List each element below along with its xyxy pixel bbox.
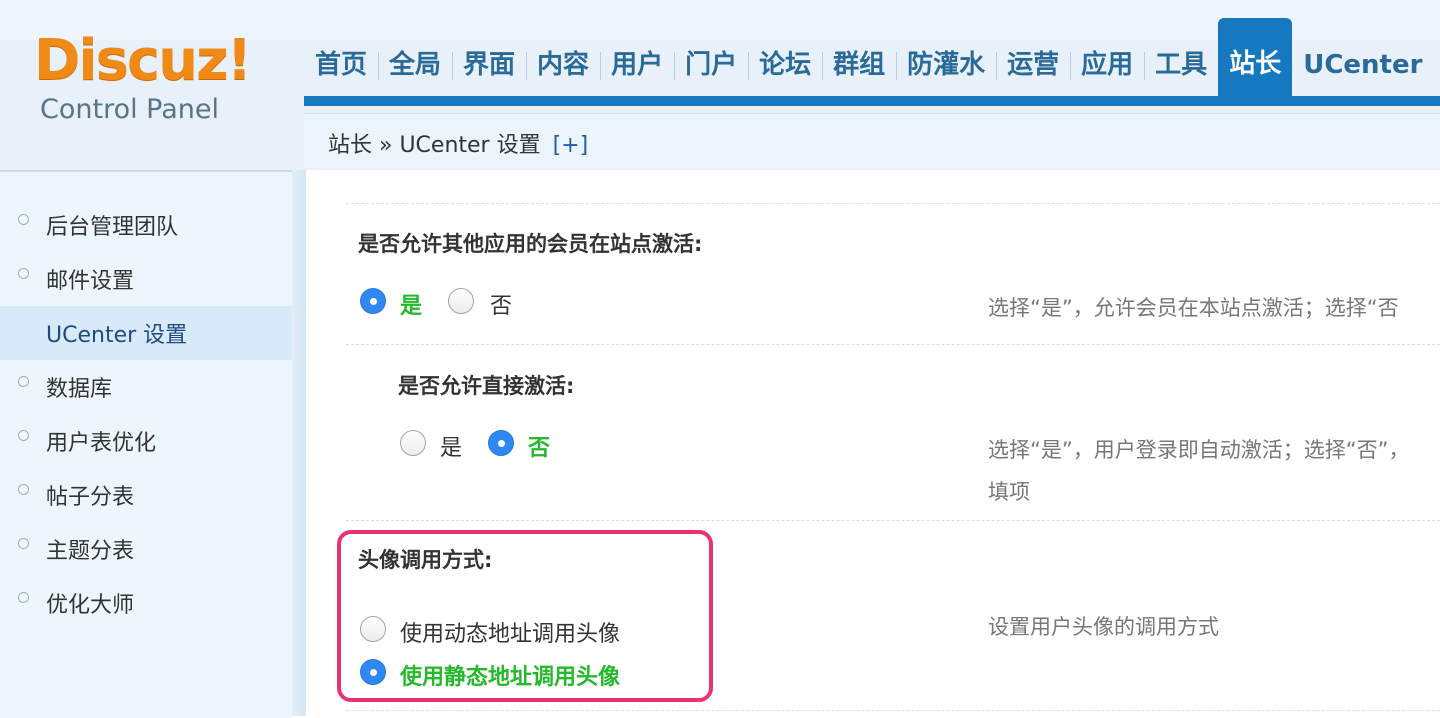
nav-item-global[interactable]: 全局 — [378, 40, 452, 96]
radio-label-direct-activate-yes[interactable]: 是 — [440, 430, 462, 462]
setting-hint-allow-activate: 选择“是”，允许会员在本站点激活；选择“否 — [988, 296, 1399, 320]
sidebar-divider[interactable] — [292, 170, 306, 716]
nav-item-interface[interactable]: 界面 — [452, 40, 526, 96]
logo[interactable]: Discuz! Control Panel — [30, 28, 290, 138]
sidebar-item-ucenter-settings[interactable]: UCenter 设置 — [0, 306, 292, 360]
sidebar-item-admin-team[interactable]: 后台管理团队 — [0, 198, 292, 252]
sidebar-item-label: 用户表优化 — [46, 431, 157, 456]
radio-direct-activate-no[interactable] — [488, 430, 514, 456]
radio-label-allow-activate-no[interactable]: 否 — [490, 288, 512, 320]
radio-direct-activate-yes[interactable] — [400, 430, 426, 456]
nav-underline-bar — [304, 96, 1440, 106]
row-divider — [346, 710, 1440, 711]
radio-label-allow-activate-yes[interactable]: 是 — [400, 288, 422, 320]
header: Discuz! Control Panel 首页 全局 界面 内容 用户 门户 … — [0, 0, 1440, 170]
main-content: 是否允许其他应用的会员在站点激活: 是 否 选择“是”，允许会员在本站点激活；选… — [306, 170, 1440, 716]
setting-hint-avatar-mode: 设置用户头像的调用方式 — [988, 615, 1219, 639]
sidebar-item-mail-settings[interactable]: 邮件设置 — [0, 252, 292, 306]
nav-item-content[interactable]: 内容 — [526, 40, 600, 96]
sidebar-item-optimizer[interactable]: 优化大师 — [0, 576, 292, 630]
sidebar-item-label: 数据库 — [46, 377, 113, 402]
setting-hint-direct-activate: 选择“是”，用户登录即自动激活；选择“否”， — [988, 438, 1410, 462]
nav-item-ucenter[interactable]: UCenter — [1292, 40, 1433, 96]
sidebar-item-user-table-optimize[interactable]: 用户表优化 — [0, 414, 292, 468]
breadcrumb-text: 站长 » UCenter 设置 — [328, 133, 541, 158]
nav-item-users[interactable]: 用户 — [600, 40, 674, 96]
sidebar-menu: 后台管理团队 邮件设置 UCenter 设置 数据库 用户表优化 帖子分表 主题… — [0, 198, 292, 630]
logo-subtitle: Control Panel — [40, 94, 220, 125]
sidebar-item-label: 主题分表 — [46, 539, 135, 564]
top-nav: 首页 全局 界面 内容 用户 门户 论坛 群组 防灌水 运营 应用 工具 站长 … — [304, 18, 1433, 96]
bullet-icon — [18, 538, 29, 549]
row-divider — [346, 344, 1440, 345]
setting-title-avatar-mode: 头像调用方式: — [358, 548, 493, 572]
sidebar-item-label: 帖子分表 — [46, 485, 135, 510]
row-divider — [346, 203, 1440, 204]
nav-item-groups[interactable]: 群组 — [822, 40, 896, 96]
sidebar-item-thread-split[interactable]: 主题分表 — [0, 522, 292, 576]
breadcrumb: 站长 » UCenter 设置 [+] — [328, 127, 588, 159]
radio-label-avatar-dynamic[interactable]: 使用动态地址调用头像 — [400, 616, 620, 648]
nav-item-webmaster[interactable]: 站长 — [1218, 18, 1293, 96]
bullet-icon — [18, 484, 29, 495]
radio-label-avatar-static[interactable]: 使用静态地址调用头像 — [400, 659, 620, 691]
bullet-icon — [18, 376, 29, 387]
logo-brand: Discuz! — [34, 28, 252, 93]
breadcrumb-bar: 站长 » UCenter 设置 [+] — [304, 113, 1440, 168]
nav-item-portal[interactable]: 门户 — [674, 40, 748, 96]
bullet-icon — [18, 430, 29, 441]
sidebar-item-database[interactable]: 数据库 — [0, 360, 292, 414]
setting-title-direct-activate: 是否允许直接激活: — [398, 374, 575, 398]
nav-item-tools[interactable]: 工具 — [1144, 40, 1218, 96]
nav-item-operations[interactable]: 运营 — [996, 40, 1070, 96]
setting-title-allow-activate: 是否允许其他应用的会员在站点激活: — [358, 232, 703, 256]
radio-label-direct-activate-no[interactable]: 否 — [528, 430, 550, 462]
breadcrumb-expand-link[interactable]: [+] — [553, 133, 589, 158]
nav-item-forum[interactable]: 论坛 — [748, 40, 822, 96]
nav-item-home[interactable]: 首页 — [304, 40, 378, 96]
bullet-icon — [18, 592, 29, 603]
sidebar-item-label: 优化大师 — [46, 593, 135, 618]
radio-avatar-static[interactable] — [360, 659, 386, 685]
radio-allow-activate-no[interactable] — [448, 288, 474, 314]
radio-allow-activate-yes[interactable] — [360, 288, 386, 314]
radio-avatar-dynamic[interactable] — [360, 616, 386, 642]
sidebar: 后台管理团队 邮件设置 UCenter 设置 数据库 用户表优化 帖子分表 主题… — [0, 170, 292, 718]
setting-hint-direct-activate-cont: 填项 — [988, 480, 1030, 504]
sidebar-item-label: 后台管理团队 — [46, 215, 179, 240]
row-divider — [346, 520, 1440, 521]
nav-item-apps[interactable]: 应用 — [1070, 40, 1144, 96]
nav-item-anti-spam[interactable]: 防灌水 — [896, 40, 996, 96]
bullet-icon — [18, 268, 29, 279]
bullet-icon — [18, 214, 29, 225]
sidebar-item-post-split[interactable]: 帖子分表 — [0, 468, 292, 522]
sidebar-item-label: 邮件设置 — [46, 269, 135, 294]
sidebar-item-label: UCenter 设置 — [46, 323, 188, 348]
